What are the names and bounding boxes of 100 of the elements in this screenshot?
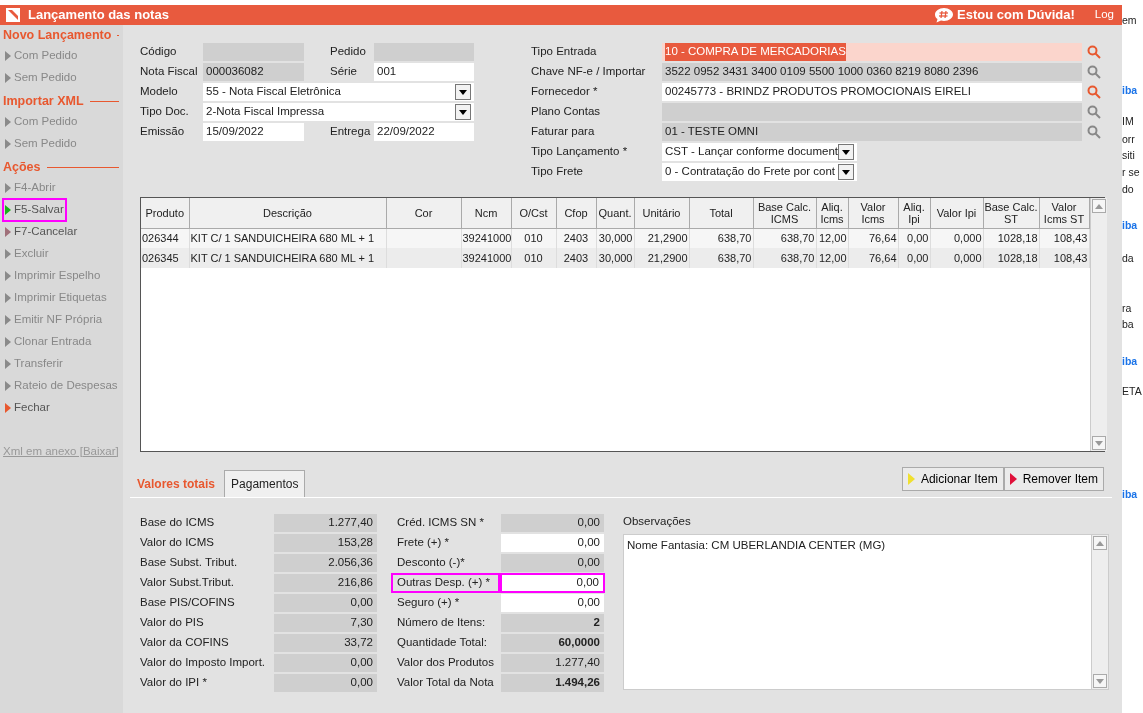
- caret-icon: [1096, 678, 1104, 684]
- value-field[interactable]: 0,00: [500, 573, 605, 593]
- value-field[interactable]: 0,00: [500, 593, 605, 613]
- column-header[interactable]: Cor: [386, 198, 461, 228]
- field-label: Outras Desp. (+) *: [391, 573, 500, 593]
- dropdown-field[interactable]: 55 - Nota Fiscal Eletrônica: [202, 82, 475, 102]
- field-label: Entrega: [330, 124, 372, 140]
- scroll-down-button[interactable]: [1093, 674, 1107, 689]
- input-field[interactable]: [373, 42, 475, 62]
- background-text: ba: [1122, 317, 1135, 332]
- lookup-field[interactable]: 10 - COMPRA DE MERCADORIAS: [661, 42, 1083, 62]
- input-field[interactable]: 000036082: [202, 62, 305, 82]
- input-field[interactable]: 22/09/2022: [373, 122, 475, 142]
- field-label: Tipo Lançamento *: [531, 144, 629, 160]
- column-header[interactable]: Base Calc. ST: [983, 198, 1039, 228]
- field-label: Valor Total da Nota: [397, 675, 495, 691]
- field-label: Emissão: [140, 124, 186, 140]
- logo-icon: [6, 8, 20, 22]
- dropdown-value: 2-Nota Fiscal Impressa: [206, 104, 325, 120]
- value-field: 0,00: [500, 553, 605, 573]
- dropdown-field[interactable]: 2-Nota Fiscal Impressa: [202, 102, 475, 122]
- scroll-up-button[interactable]: [1093, 536, 1107, 551]
- search-icon[interactable]: [1087, 105, 1101, 119]
- column-header[interactable]: Valor Icms ST: [1039, 198, 1089, 228]
- column-header[interactable]: Ncm: [461, 198, 511, 228]
- lookup-field[interactable]: [661, 102, 1083, 122]
- field-label: Faturar para: [531, 124, 596, 140]
- value-field[interactable]: 0,00: [500, 533, 605, 553]
- dropdown-button[interactable]: [838, 144, 854, 160]
- field-label: Série: [330, 64, 358, 80]
- field-label: Valor do Imposto Import.: [140, 655, 267, 671]
- dropdown-button[interactable]: [455, 104, 471, 120]
- field-label: Número de Itens:: [397, 615, 487, 631]
- item-button[interactable]: Remover Item: [1003, 467, 1104, 491]
- background-text: da: [1122, 251, 1135, 266]
- value-field: 33,72: [273, 633, 378, 653]
- field-label: Créd. ICMS SN *: [397, 515, 485, 531]
- lookup-field[interactable]: 3522 0952 3431 3400 0109 5500 1000 0360 8219 8080 2396: [661, 62, 1083, 82]
- column-header[interactable]: Valor Icms: [848, 198, 898, 228]
- table-cell: 76,64: [848, 248, 898, 268]
- background-text: ra: [1122, 301, 1133, 316]
- column-header[interactable]: Cfop: [556, 198, 596, 228]
- column-header[interactable]: Aliq. Ipi: [898, 198, 930, 228]
- table-cell: KIT C/ 1 SANDUICHEIRA 680 ML + 1: [189, 248, 386, 268]
- scroll-up-button[interactable]: [1091, 199, 1106, 213]
- observations-field[interactable]: Nome Fantasia: CM UBERLANDIA CENTER (MG): [623, 534, 1109, 691]
- table-cell: 026344: [141, 228, 189, 248]
- help-button[interactable]: Estou com Dúvida!: [935, 5, 1075, 25]
- background-link[interactable]: iba: [1122, 82, 1143, 98]
- column-header[interactable]: O/Cst: [511, 198, 556, 228]
- column-header[interactable]: Quant.: [596, 198, 634, 228]
- sidebar-item[interactable]: F5-Salvar: [3, 199, 66, 221]
- background-link[interactable]: iba: [1122, 353, 1143, 369]
- log-link[interactable]: Log: [1094, 6, 1114, 24]
- search-icon[interactable]: [1087, 45, 1101, 59]
- dropdown-value: CST - Lançar conforme document: [665, 144, 838, 160]
- field-label: Chave NF-e / Importar: [531, 64, 647, 80]
- search-icon[interactable]: [1087, 125, 1101, 139]
- dropdown-field[interactable]: 0 - Contratação do Frete por cont: [661, 162, 858, 182]
- sidebar-item[interactable]: Fechar: [3, 397, 52, 419]
- value-field: 2.056,36: [273, 553, 378, 573]
- column-header[interactable]: Produto: [141, 198, 189, 228]
- value-field: 0,00: [273, 653, 378, 673]
- column-header[interactable]: Total: [689, 198, 753, 228]
- item-button[interactable]: Adicionar Item: [901, 467, 1004, 491]
- scrollbar[interactable]: [1091, 535, 1108, 690]
- table-cell: 0,00: [898, 248, 930, 268]
- search-icon[interactable]: [1087, 85, 1101, 99]
- column-header[interactable]: Unitário: [634, 198, 689, 228]
- column-header[interactable]: Aliq. Icms: [816, 198, 848, 228]
- scroll-down-button[interactable]: [1091, 436, 1106, 450]
- column-header[interactable]: Descrição: [189, 198, 386, 228]
- field-label: Fornecedor *: [531, 84, 599, 100]
- field-label: Quantidade Total:: [397, 635, 488, 651]
- input-field[interactable]: 001: [373, 62, 475, 82]
- field-label: Pedido: [330, 44, 367, 60]
- section-heading: Novo Lançamento: [3, 26, 112, 44]
- lookup-field[interactable]: 00245773 - BRINDZ PRODUTOS PROMOCIONAIS EIRELI: [661, 82, 1083, 102]
- tab[interactable]: Pagamentos: [224, 470, 306, 497]
- column-header[interactable]: Base Calc. ICMS: [753, 198, 816, 228]
- input-field[interactable]: 15/09/2022: [202, 122, 305, 142]
- scrollbar[interactable]: [1089, 198, 1107, 451]
- lookup-field[interactable]: 01 - TESTE OMNI: [661, 122, 1083, 142]
- field-label: Nota Fiscal: [140, 64, 199, 80]
- background-link[interactable]: iba: [1122, 486, 1143, 502]
- field-label: Valor dos Produtos: [397, 655, 495, 671]
- sidebar-item[interactable]: F7-Cancelar: [3, 221, 80, 243]
- table-cell: 2403: [556, 248, 596, 268]
- column-header[interactable]: Valor Ipi: [930, 198, 983, 228]
- field-label: Tipo Frete: [531, 164, 584, 180]
- caret-icon: [842, 149, 850, 155]
- field-label: Base PIS/COFINS: [140, 595, 236, 611]
- dropdown-button[interactable]: [838, 164, 854, 180]
- background-link[interactable]: iba: [1122, 217, 1143, 233]
- dropdown-field[interactable]: CST - Lançar conforme document: [661, 142, 858, 162]
- field-label: Valor Subst.Tribut.: [140, 575, 235, 591]
- field-label: Plano Contas: [531, 104, 602, 120]
- search-icon[interactable]: [1087, 65, 1101, 79]
- caret-icon: [842, 169, 850, 175]
- dropdown-button[interactable]: [455, 84, 471, 100]
